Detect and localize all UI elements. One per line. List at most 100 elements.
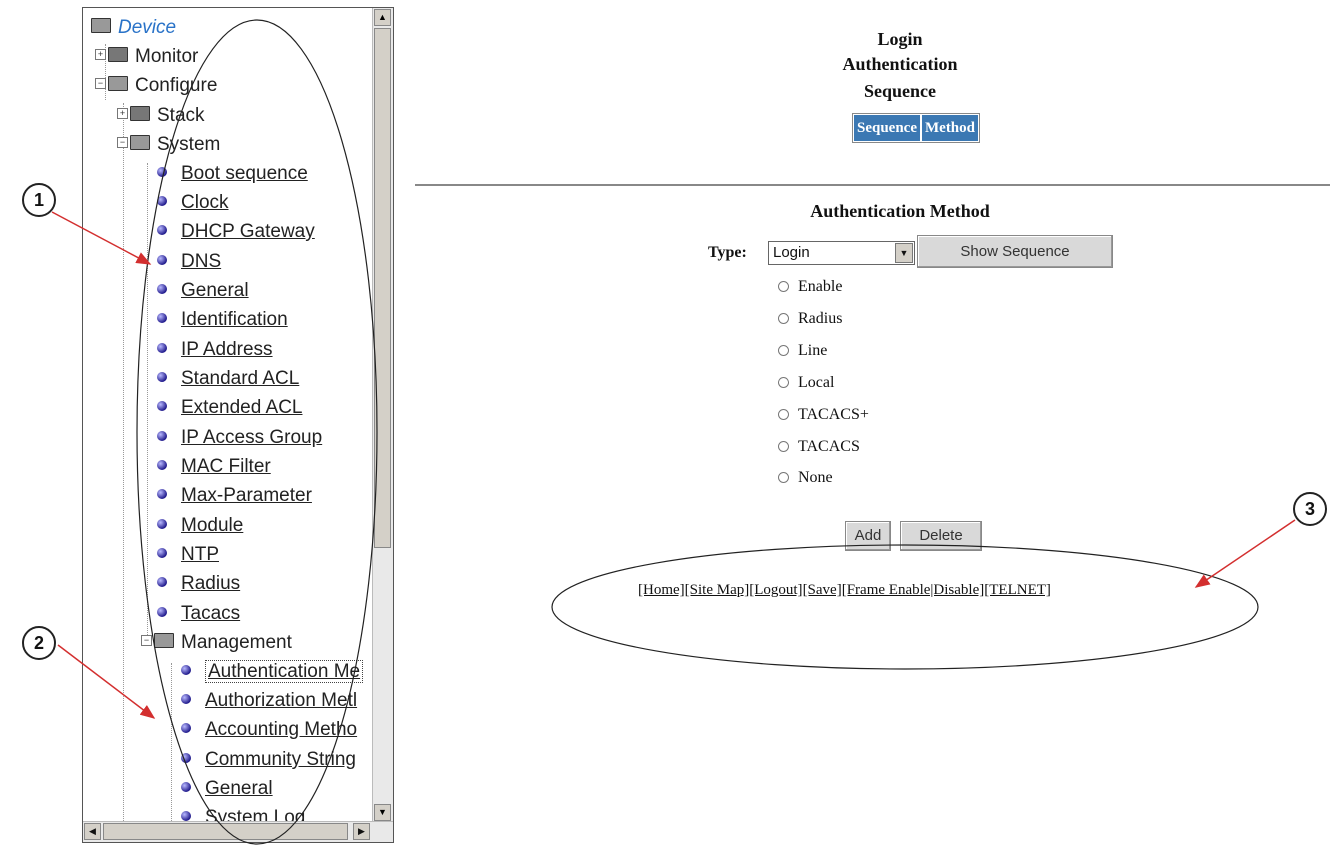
tree-item-tacacs[interactable]: Tacacs (157, 600, 240, 628)
bullet-icon (157, 459, 167, 470)
tree-item-identification[interactable]: Identification (157, 306, 288, 334)
add-button[interactable]: Add (845, 521, 891, 551)
bullet-icon (157, 312, 167, 323)
scroll-up-arrow-icon[interactable]: ▲ (374, 9, 391, 26)
navigation-tree-panel: Device + Monitor − Configure + Stack − Syste… (82, 7, 394, 843)
tree-line (171, 663, 172, 822)
radio-tacacs-plus[interactable]: TACACS+ (778, 403, 869, 427)
tree-item-system-log[interactable]: System Log (181, 804, 305, 822)
link-home[interactable]: [Home] (638, 582, 685, 598)
bullet-icon (181, 810, 191, 821)
radio-circle-icon[interactable] (778, 344, 789, 356)
tree-node-configure[interactable]: − Configure (95, 72, 217, 100)
bullet-icon (157, 371, 167, 382)
vertical-scrollbar[interactable]: ▲ ▼ (372, 8, 393, 822)
tree-item-dns[interactable]: DNS (157, 248, 221, 276)
bullet-icon (157, 166, 167, 177)
type-select[interactable]: Login ▼ (768, 241, 915, 265)
tree-item-accounting-method[interactable]: Accounting Metho (181, 716, 357, 744)
tab-bar: Sequence Method (852, 113, 980, 143)
tree-item-general[interactable]: General (157, 277, 249, 305)
scroll-down-arrow-icon[interactable]: ▼ (374, 804, 391, 821)
bullet-icon (157, 283, 167, 294)
radio-none[interactable]: None (778, 466, 833, 490)
radio-local[interactable]: Local (778, 371, 834, 395)
radio-circle-icon[interactable] (778, 280, 789, 292)
bullet-icon (157, 547, 167, 558)
bullet-icon (157, 488, 167, 499)
radio-tacacs[interactable]: TACACS (778, 435, 860, 459)
radio-circle-icon[interactable] (778, 440, 789, 452)
tree-item-ip-access-group[interactable]: IP Access Group (157, 424, 322, 452)
bullet-icon (157, 342, 167, 353)
vertical-scroll-thumb[interactable] (374, 28, 391, 548)
radio-circle-icon[interactable] (778, 312, 789, 324)
radio-line[interactable]: Line (778, 339, 827, 363)
tree-item-ip-address[interactable]: IP Address (157, 336, 273, 364)
collapse-minus-icon[interactable]: − (95, 78, 106, 90)
bullet-icon (181, 752, 191, 763)
bullet-icon (157, 224, 167, 235)
tree-item-clock[interactable]: Clock (157, 189, 229, 217)
tree-item-max-parameter[interactable]: Max-Parameter (157, 482, 312, 510)
tree-item-boot-sequence[interactable]: Boot sequence (157, 160, 308, 188)
type-label: Type: (708, 244, 747, 261)
tab-method[interactable]: Method (922, 115, 978, 141)
link-telnet[interactable]: [TELNET] (984, 582, 1051, 598)
tree-item-mac-filter[interactable]: MAC Filter (157, 453, 271, 481)
horizontal-scrollbar[interactable]: ◀ ▶ (83, 821, 393, 842)
bullet-icon (181, 693, 191, 704)
folder-open-icon (91, 18, 111, 34)
folder-open-icon (154, 633, 174, 649)
link-frame-enable-disable[interactable]: [Frame Enable|Disable] (842, 582, 985, 598)
radio-radius[interactable]: Radius (778, 307, 842, 331)
tree-content: Device + Monitor − Configure + Stack − Syste… (83, 8, 373, 822)
link-site-map[interactable]: [Site Map] (685, 582, 750, 598)
collapse-minus-icon[interactable]: − (141, 635, 152, 647)
tree-node-system[interactable]: − System (117, 131, 220, 159)
expand-plus-icon[interactable]: + (95, 49, 106, 61)
type-select-value: Login (773, 244, 810, 261)
tree-item-extended-acl[interactable]: Extended ACL (157, 394, 302, 422)
tree-item-community-string[interactable]: Community String (181, 746, 356, 774)
link-save[interactable]: [Save] (803, 582, 842, 598)
bullet-icon (181, 781, 191, 792)
section-title: Authentication Method (810, 201, 990, 221)
tree-node-stack[interactable]: + Stack (117, 102, 205, 130)
radio-circle-icon[interactable] (778, 471, 789, 483)
bullet-icon (157, 518, 167, 529)
tree-item-radius[interactable]: Radius (157, 570, 240, 598)
tree-node-monitor[interactable]: + Monitor (95, 43, 198, 71)
folder-icon (130, 106, 150, 122)
tree-node-device[interactable]: Device (91, 14, 176, 42)
tree-node-management[interactable]: − Management (141, 629, 292, 657)
radio-enable[interactable]: Enable (778, 275, 842, 299)
folder-icon (108, 47, 128, 63)
page-title-line-2: Authentication (842, 54, 958, 74)
tree-item-management-general[interactable]: General (181, 775, 273, 803)
radio-circle-icon[interactable] (778, 376, 789, 388)
callout-number-2: 2 (22, 626, 56, 660)
show-sequence-button[interactable]: Show Sequence (917, 235, 1113, 268)
tree-item-module[interactable]: Module (157, 512, 243, 540)
bullet-icon (157, 576, 167, 587)
tree-item-dhcp-gateway[interactable]: DHCP Gateway (157, 218, 315, 246)
scroll-right-arrow-icon[interactable]: ▶ (353, 823, 370, 840)
tree-item-authorization-method[interactable]: Authorization Metl (181, 687, 357, 715)
tree-item-ntp[interactable]: NTP (157, 541, 219, 569)
folder-open-icon (130, 135, 150, 151)
collapse-minus-icon[interactable]: − (117, 137, 128, 149)
chevron-down-icon[interactable]: ▼ (895, 243, 913, 263)
link-logout[interactable]: [Logout] (749, 582, 802, 598)
delete-button[interactable]: Delete (900, 521, 982, 551)
tree-line (147, 163, 148, 643)
tree-item-authentication-method[interactable]: Authentication Me (181, 658, 364, 686)
scroll-left-arrow-icon[interactable]: ◀ (84, 823, 101, 840)
tab-sequence[interactable]: Sequence (854, 115, 920, 141)
horizontal-scroll-thumb[interactable] (103, 823, 348, 840)
radio-circle-icon[interactable] (778, 408, 789, 420)
bullet-icon (157, 254, 167, 265)
tree-item-standard-acl[interactable]: Standard ACL (157, 365, 299, 393)
bullet-icon (157, 195, 167, 206)
expand-plus-icon[interactable]: + (117, 108, 128, 120)
